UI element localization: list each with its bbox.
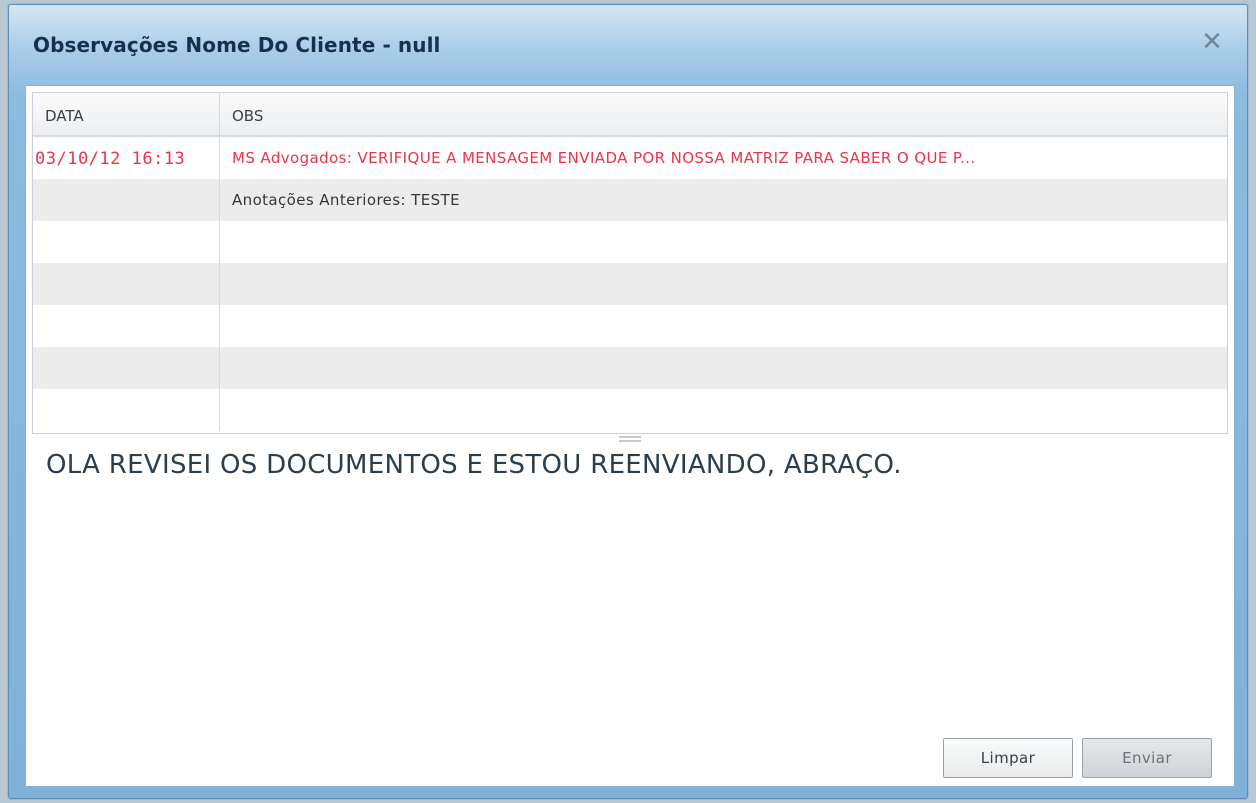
row-obs-cell: MS Advogados: VERIFIQUE A MENSAGEM ENVIA… [232,149,976,167]
row-date-cell [33,263,220,305]
row-date-cell [33,347,220,389]
row-date-cell [33,221,220,263]
observation-input[interactable]: OLA REVISEI OS DOCUMENTOS E ESTOU REENVI… [46,450,1206,700]
row-obs-cell: Anotações Anteriores: TESTE [232,191,460,209]
table-row[interactable]: Anotações Anteriores: TESTE [33,179,1227,221]
observations-dialog: Observações Nome Do Cliente - null ✕ DAT… [8,4,1248,799]
row-date-cell: 03/10/12 16:13 [33,137,220,179]
column-header-obs[interactable]: OBS [220,93,1227,135]
table-row[interactable] [33,263,1227,305]
dialog-titlebar[interactable]: Observações Nome Do Cliente - null ✕ [9,5,1247,81]
table-row[interactable] [33,305,1227,347]
table-row[interactable] [33,347,1227,389]
clear-button[interactable]: Limpar [943,738,1073,778]
row-date-cell [33,305,220,347]
send-button[interactable]: Enviar [1082,738,1212,778]
dialog-title: Observações Nome Do Cliente - null [33,33,441,57]
table-row[interactable] [33,389,1227,431]
row-obs-cell [220,221,1227,263]
grid-body: 03/10/12 16:13 MS Advogados: VERIFIQUE A… [33,137,1227,431]
grid-header: DATA OBS [33,93,1227,137]
row-date-cell [33,389,220,431]
row-obs-cell [220,305,1227,347]
table-row[interactable]: 03/10/12 16:13 MS Advogados: VERIFIQUE A… [33,137,1227,179]
close-icon[interactable]: ✕ [1199,29,1225,55]
observations-grid: DATA OBS 03/10/12 16:13 MS Advogados: VE… [32,92,1228,434]
column-header-data[interactable]: DATA [33,93,220,135]
row-obs-cell [220,263,1227,305]
table-row[interactable] [33,221,1227,263]
splitter-handle[interactable] [619,436,641,442]
dialog-body: DATA OBS 03/10/12 16:13 MS Advogados: VE… [25,85,1235,787]
row-obs-cell [220,347,1227,389]
row-obs-cell [220,389,1227,431]
row-date-cell [33,179,220,221]
